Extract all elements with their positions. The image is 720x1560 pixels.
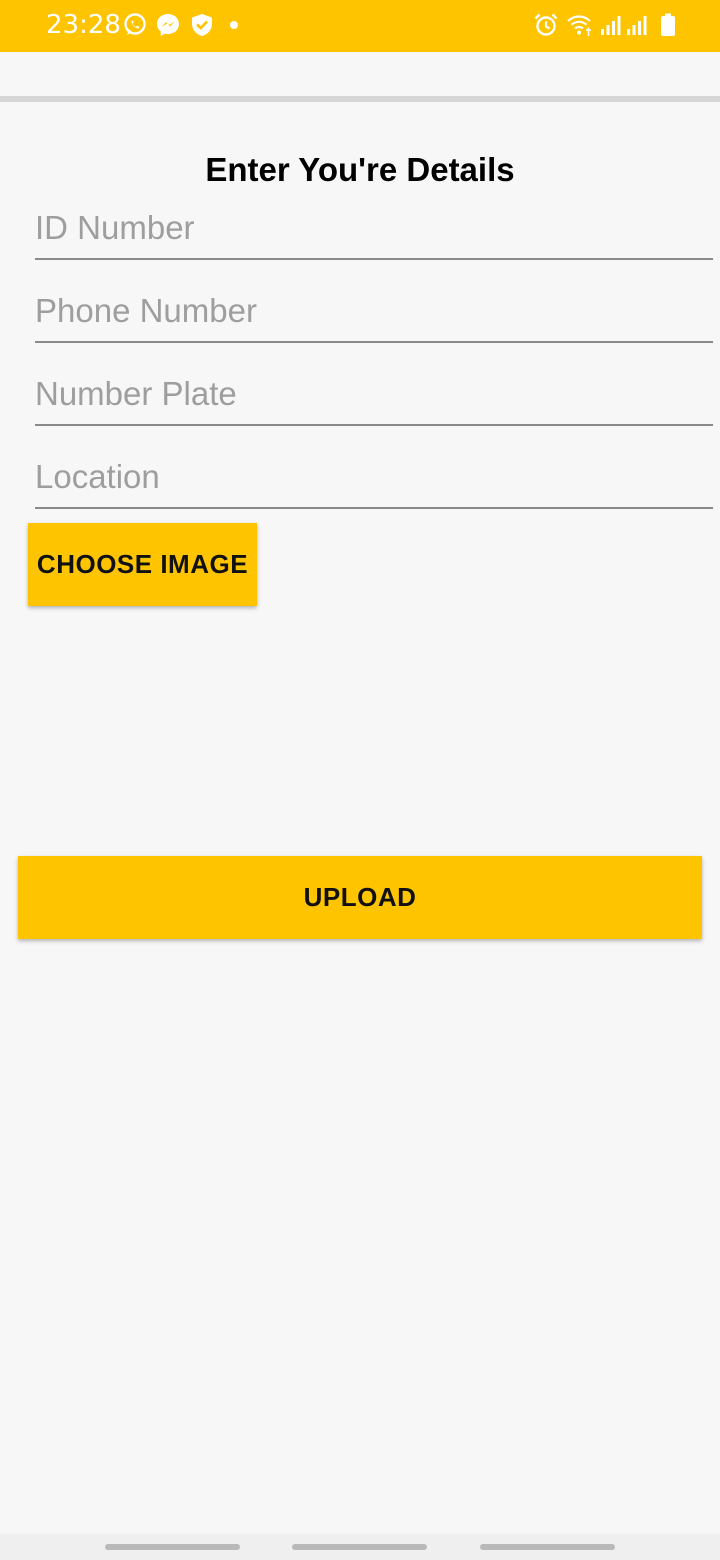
alarm-icon <box>533 12 559 38</box>
choose-image-button[interactable]: CHOOSE IMAGE <box>28 523 257 606</box>
nav-back-button[interactable] <box>480 1544 615 1550</box>
whatsapp-icon <box>122 12 148 38</box>
nav-recents-button[interactable] <box>105 1544 240 1550</box>
number-plate-field[interactable] <box>35 370 713 426</box>
phone-number-field[interactable] <box>35 287 713 343</box>
status-time: 23:28 <box>46 10 121 40</box>
status-bar: 23:28 <box>0 0 720 52</box>
id-number-field[interactable] <box>35 204 713 260</box>
messenger-icon <box>155 12 181 38</box>
nav-home-button[interactable] <box>292 1544 427 1550</box>
wifi-icon <box>566 12 592 38</box>
battery-icon <box>655 12 681 38</box>
signal-icon <box>624 12 650 38</box>
page-title: Enter You're Details <box>205 151 515 188</box>
navigation-bar <box>0 1534 720 1560</box>
app-bar <box>0 52 720 102</box>
notification-dot <box>230 21 238 29</box>
location-field[interactable] <box>35 453 713 509</box>
signal-icon <box>598 12 624 38</box>
upload-button[interactable]: UPLOAD <box>18 856 702 939</box>
shield-check-icon <box>189 12 215 38</box>
